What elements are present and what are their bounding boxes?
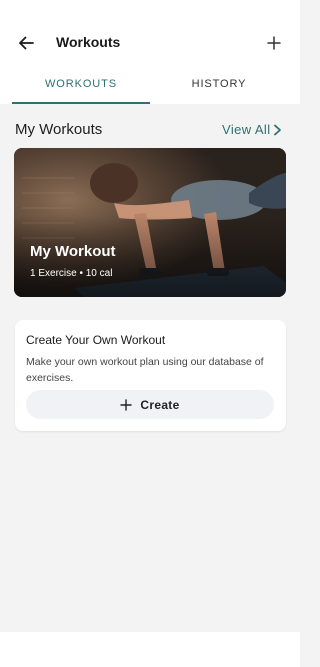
workout-meta: 1 Exercise • 10 cal: [30, 268, 113, 279]
arrow-left-icon: [19, 36, 34, 50]
back-button[interactable]: [14, 31, 38, 55]
create-card-title: Create Your Own Workout: [26, 333, 166, 347]
view-all-link[interactable]: View All: [222, 122, 282, 137]
create-card-description: Make your own workout plan using our dat…: [26, 356, 264, 384]
create-workout-card: Create Your Own Workout Make your own wo…: [15, 320, 286, 431]
active-tab-indicator: [12, 102, 150, 104]
tab-workouts[interactable]: WORKOUTS: [12, 70, 150, 104]
create-button-label: Create: [140, 397, 180, 412]
add-workout-button[interactable]: [262, 31, 286, 55]
app-bar: Workouts WORKOUTS HISTORY: [0, 0, 300, 104]
bottom-bar: [0, 632, 300, 667]
workout-title: My Workout: [30, 243, 116, 260]
tab-history[interactable]: HISTORY: [150, 70, 288, 104]
create-button[interactable]: Create: [26, 390, 274, 419]
chevron-right-icon: [274, 124, 282, 135]
workout-card[interactable]: My Workout 1 Exercise • 10 cal: [14, 148, 286, 297]
plus-icon: [120, 398, 133, 411]
page-title: Workouts: [56, 34, 121, 50]
plus-icon: [267, 36, 281, 50]
view-all-label: View All: [222, 122, 271, 137]
section-title: My Workouts: [15, 121, 103, 138]
